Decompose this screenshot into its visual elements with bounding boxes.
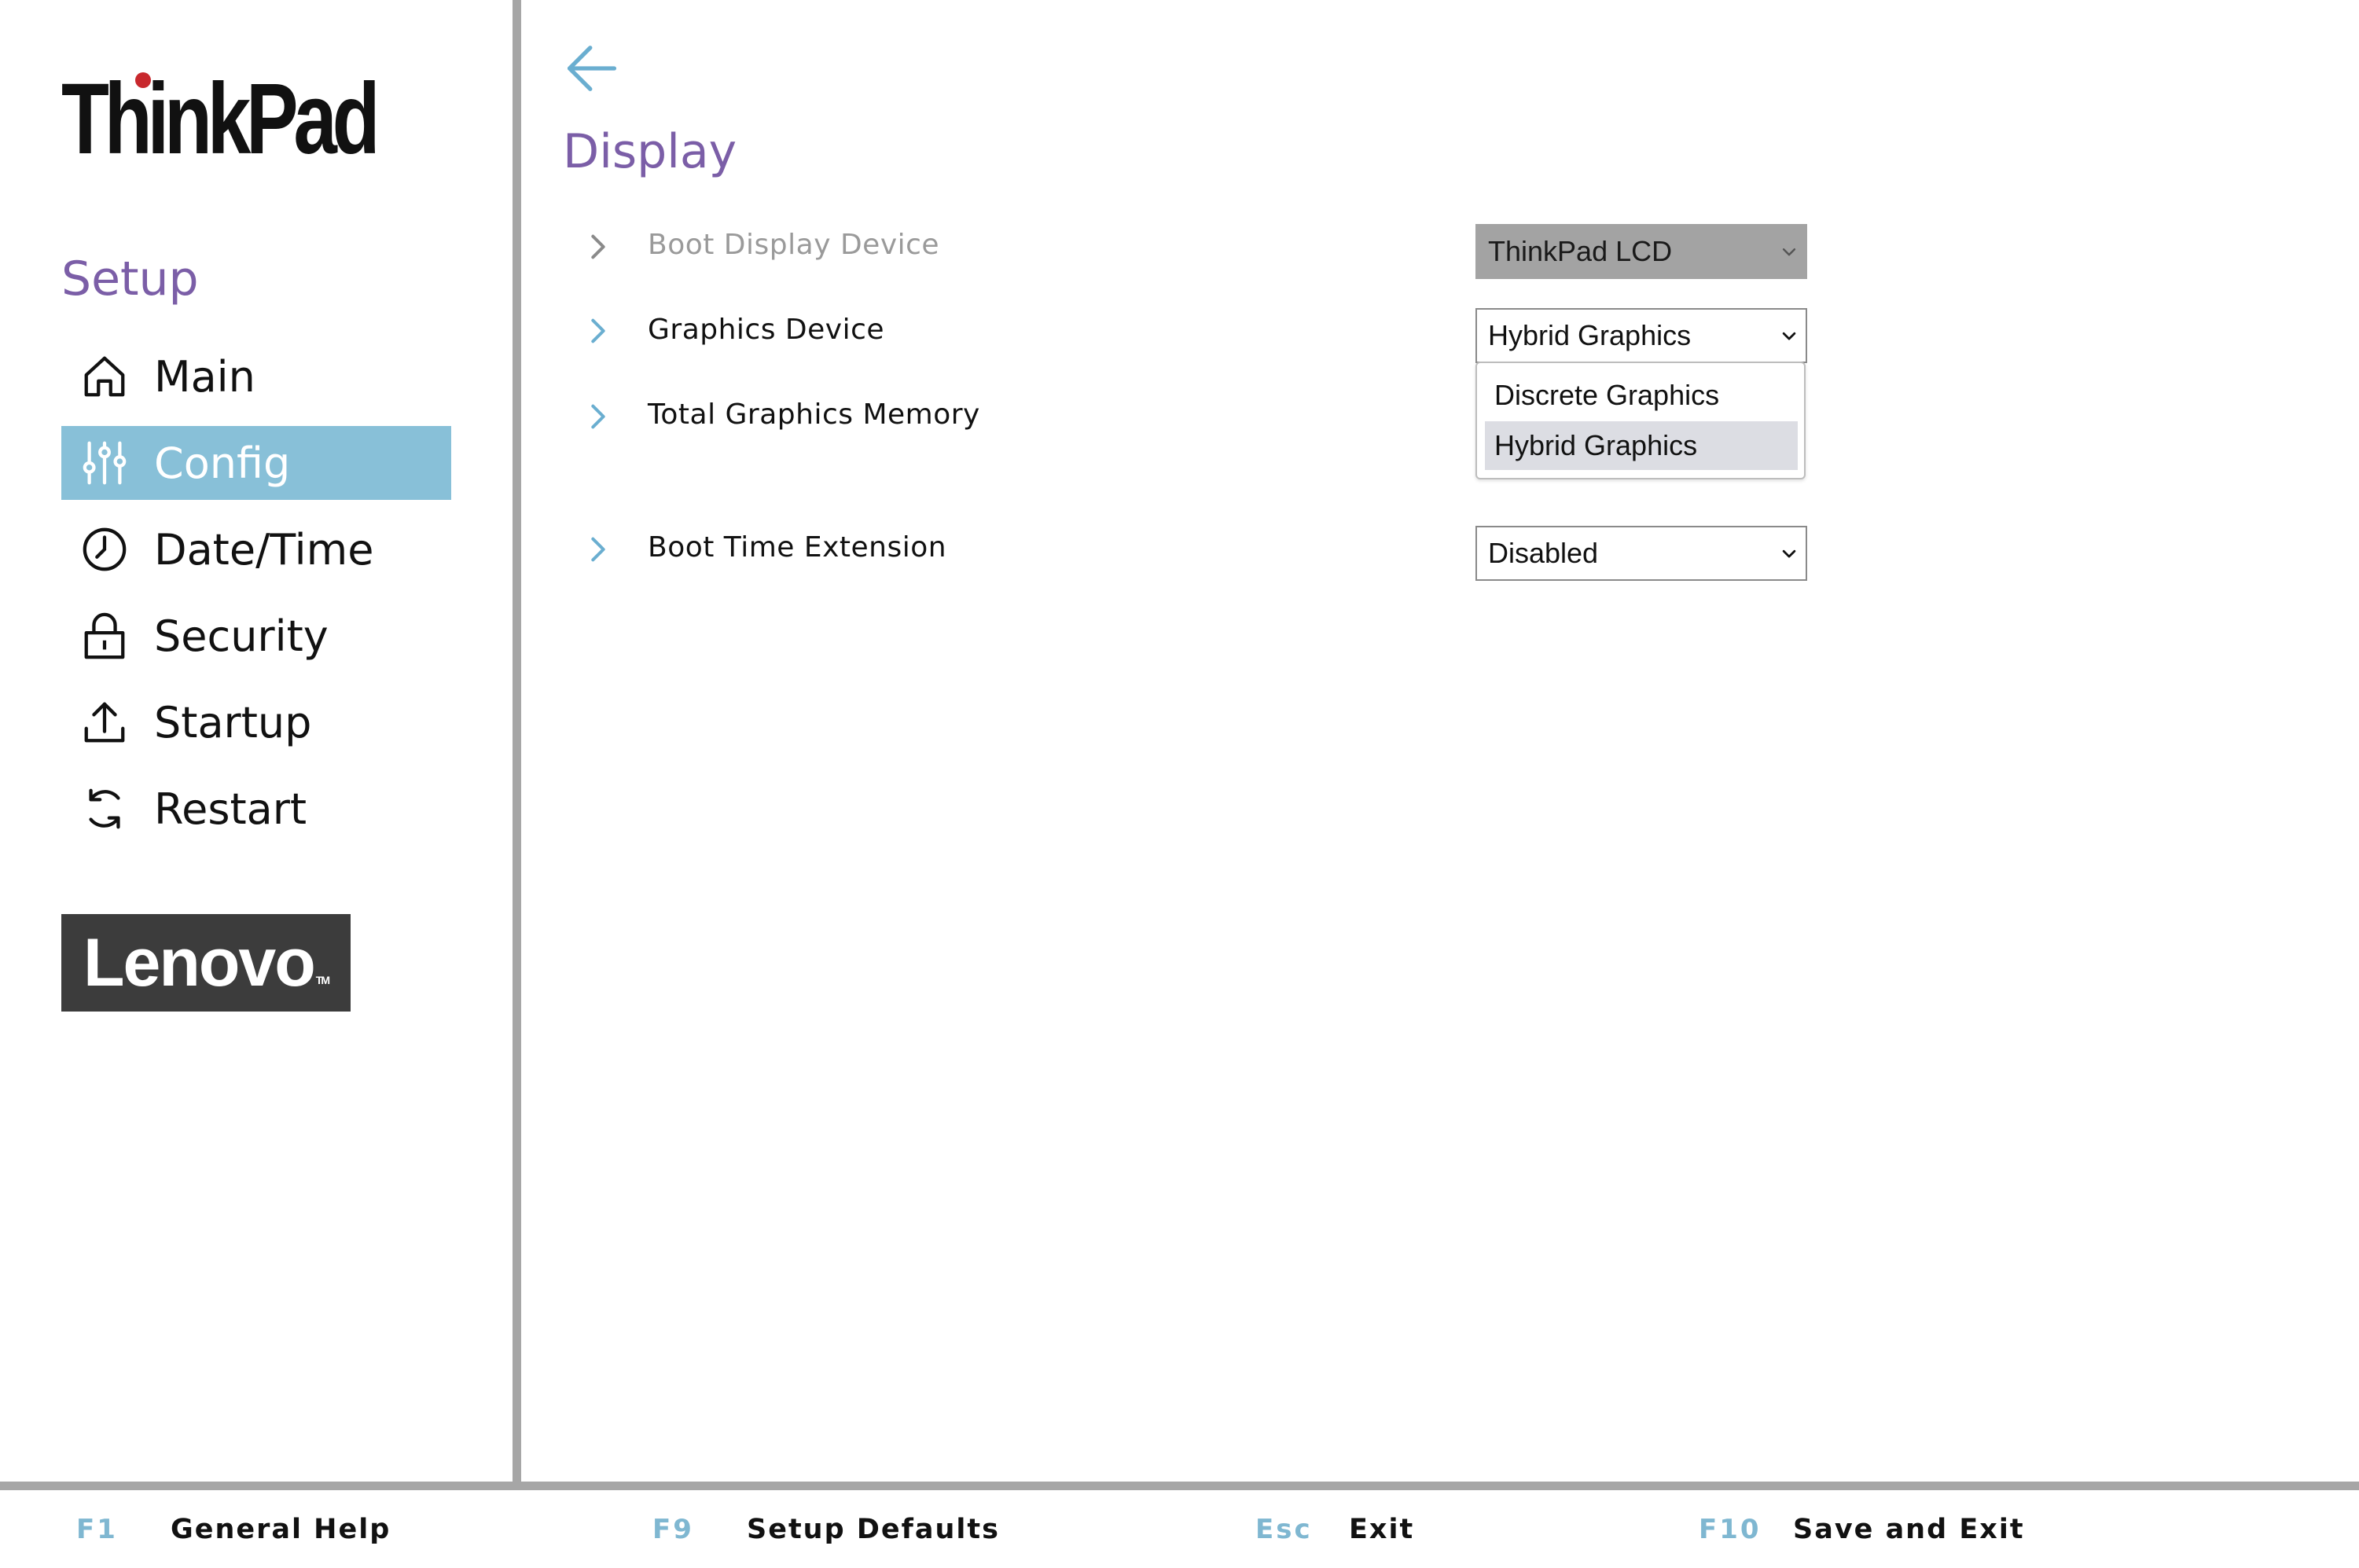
sliders-icon bbox=[77, 435, 132, 490]
sidebar-item-label: Startup bbox=[154, 697, 312, 747]
f9-key[interactable]: F9 bbox=[652, 1514, 694, 1545]
chevron-down-icon bbox=[1782, 332, 1796, 340]
chevron-right-icon[interactable] bbox=[586, 401, 610, 432]
sidebar-item-date-time[interactable]: Date/Time bbox=[61, 512, 451, 586]
sidebar-item-startup[interactable]: Startup bbox=[61, 685, 451, 759]
sidebar-item-label: Date/Time bbox=[154, 524, 374, 575]
chevron-right-icon[interactable] bbox=[586, 315, 610, 347]
home-icon bbox=[77, 349, 132, 404]
general-help-label[interactable]: General Help bbox=[171, 1514, 391, 1545]
page-title: Display bbox=[563, 124, 737, 179]
chevron-right-icon bbox=[591, 234, 605, 259]
total-graphics-memory-label[interactable]: Total Graphics Memory bbox=[648, 398, 980, 431]
boot-time-extension-label[interactable]: Boot Time Extension bbox=[648, 531, 946, 564]
sidebar-divider bbox=[513, 0, 521, 1482]
lock-icon bbox=[77, 608, 132, 663]
sidebar-nav: Main Config Date/Time Security Startup R… bbox=[61, 340, 451, 858]
boot-time-extension-select[interactable]: Disabled bbox=[1475, 526, 1807, 581]
graphics-device-dropdown: Discrete Graphics Hybrid Graphics bbox=[1475, 362, 1806, 479]
sidebar: ThinkPad Setup Main Config Date/Time Sec… bbox=[0, 0, 513, 1482]
boot-display-device-label: Boot Display Device bbox=[648, 229, 940, 261]
sidebar-item-label: Main bbox=[154, 351, 255, 402]
graphics-device-label[interactable]: Graphics Device bbox=[648, 314, 884, 346]
bios-setup-screen: ThinkPad Setup Main Config Date/Time Sec… bbox=[0, 0, 2359, 1568]
thinkpad-logo: ThinkPad bbox=[61, 63, 380, 175]
sidebar-item-config[interactable]: Config bbox=[61, 426, 451, 500]
select-value: ThinkPad LCD bbox=[1488, 235, 1673, 267]
dropdown-option-hybrid[interactable]: Hybrid Graphics bbox=[1485, 421, 1798, 470]
select-value: Disabled bbox=[1488, 537, 1599, 569]
sidebar-item-label: Security bbox=[154, 611, 329, 661]
sidebar-item-label: Restart bbox=[154, 784, 307, 834]
setup-defaults-label[interactable]: Setup Defaults bbox=[747, 1514, 1000, 1545]
boot-display-device-select: ThinkPad LCD bbox=[1475, 224, 1807, 279]
footer-divider bbox=[0, 1482, 2359, 1490]
upload-icon bbox=[77, 695, 132, 750]
sidebar-item-label: Config bbox=[154, 438, 291, 488]
select-value: Hybrid Graphics bbox=[1488, 319, 1692, 351]
lenovo-logo: Lenovo TM bbox=[61, 914, 351, 1012]
trademark-mark: TM bbox=[315, 974, 330, 986]
save-and-exit-label[interactable]: Save and Exit bbox=[1793, 1514, 2025, 1545]
sidebar-item-restart[interactable]: Restart bbox=[61, 772, 451, 846]
chevron-down-icon bbox=[1782, 549, 1796, 558]
graphics-device-select[interactable]: Hybrid Graphics bbox=[1475, 308, 1807, 363]
clock-icon bbox=[77, 522, 132, 577]
f1-key[interactable]: F1 bbox=[76, 1514, 118, 1545]
sidebar-item-main[interactable]: Main bbox=[61, 340, 451, 413]
esc-key[interactable]: Esc bbox=[1255, 1514, 1313, 1545]
sidebar-item-security[interactable]: Security bbox=[61, 599, 451, 673]
sidebar-title: Setup bbox=[61, 252, 199, 307]
dropdown-option-discrete[interactable]: Discrete Graphics bbox=[1485, 371, 1798, 420]
restart-icon bbox=[77, 781, 132, 836]
lenovo-logo-text: Lenovo bbox=[83, 924, 316, 1001]
chevron-right-icon[interactable] bbox=[586, 534, 610, 565]
f10-key[interactable]: F10 bbox=[1699, 1514, 1762, 1545]
thinkpad-logo-dot bbox=[135, 72, 151, 88]
exit-label[interactable]: Exit bbox=[1349, 1514, 1414, 1545]
back-arrow-icon[interactable] bbox=[564, 41, 619, 96]
chevron-down-icon bbox=[1782, 248, 1796, 256]
